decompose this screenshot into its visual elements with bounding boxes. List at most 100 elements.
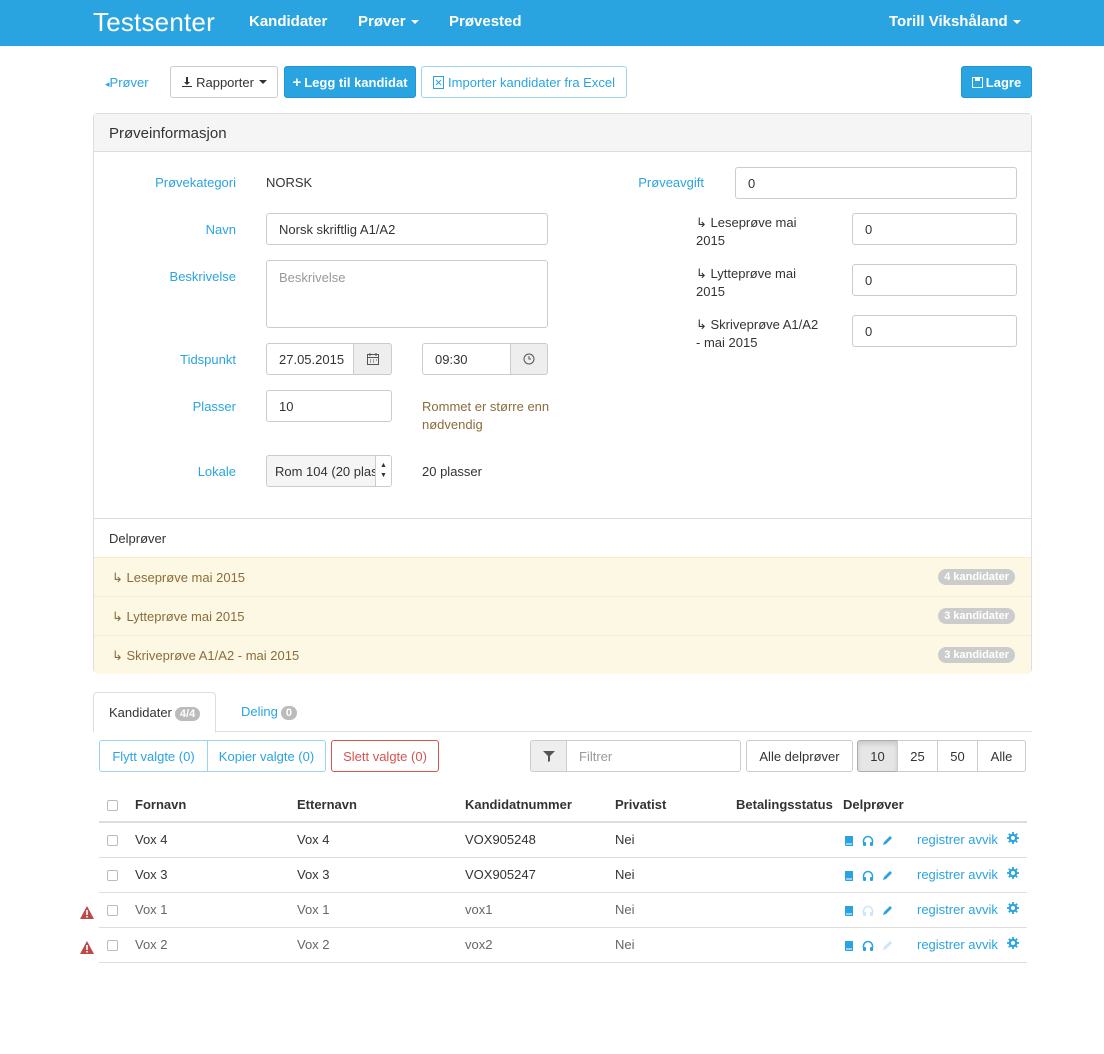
table-row[interactable]: Vox 4 Vox 4 VOX905248 Nei registrer avvik [99, 822, 1027, 858]
save-button[interactable]: Lagre [961, 66, 1032, 98]
user-menu[interactable]: Torill Vikshåland [889, 13, 1021, 30]
pencil-icon[interactable] [881, 905, 893, 917]
book-icon[interactable] [843, 835, 855, 847]
tab-kandidater[interactable]: Kandidater 4/4 [93, 692, 217, 733]
sub-fee-text-1: Leseprøve mai 2015 [696, 215, 797, 248]
page-size-all[interactable]: Alle [977, 740, 1026, 772]
delprove-row-2[interactable]: ↳ Lytteprøve mai 2015 3 kandidater [94, 596, 1031, 635]
calendar-icon[interactable] [353, 343, 392, 375]
delprove-name-3: Skriveprøve A1/A2 - mai 2015 [126, 648, 300, 663]
cell-privatist: Nei [615, 927, 736, 963]
test-info-panel: Prøveinformasjon Prøvekategori NORSK Nav… [93, 113, 1032, 674]
headphones-icon[interactable] [862, 835, 874, 847]
reports-label: Rapporter [196, 74, 254, 90]
nav-kandidater[interactable]: Kandidater [249, 13, 327, 30]
headphones-icon[interactable] [862, 905, 874, 917]
delprove-row-1[interactable]: ↳ Leseprøve mai 2015 4 kandidater [94, 557, 1031, 596]
table-row[interactable]: Vox 1 Vox 1 vox1 Nei registrer avvik [99, 892, 1027, 928]
candidates-table: Fornavn Etternavn Kandidatnummer Privati… [99, 787, 1027, 963]
row-checkbox[interactable] [99, 822, 135, 858]
table-row[interactable]: Vox 2 Vox 2 vox2 Nei registrer avvik [99, 927, 1027, 963]
tab-deling[interactable]: Deling 0 [226, 692, 312, 732]
row-checkbox[interactable] [99, 927, 135, 963]
pencil-icon[interactable] [881, 870, 893, 882]
sub-fee-label-3: ↳ Skriveprøve A1/A2 - mai 2015 [696, 316, 826, 352]
cell-kandidatnummer: VOX905248 [465, 822, 615, 858]
add-candidate-label: Legg til kandidat [304, 74, 408, 90]
cell-delprover [843, 892, 917, 928]
cell-privatist: Nei [615, 822, 736, 858]
pencil-icon[interactable] [881, 940, 893, 952]
clock-icon[interactable] [510, 343, 548, 375]
nav-prover[interactable]: Prøver [358, 13, 419, 30]
fee-input[interactable]: 0 [735, 167, 1017, 199]
register-deviation-link[interactable]: registrer avvik [917, 892, 1007, 928]
book-icon[interactable] [843, 870, 855, 882]
gear-icon[interactable] [1007, 822, 1027, 858]
book-icon[interactable] [843, 905, 855, 917]
sub-fee-input-2[interactable]: 0 [852, 264, 1017, 296]
cell-fornavn: Vox 4 [135, 822, 297, 858]
table-row[interactable]: Vox 3 Vox 3 VOX905247 Nei registrer avvik [99, 857, 1027, 893]
excel-file-icon [433, 75, 445, 89]
nav-provested[interactable]: Prøvested [449, 13, 522, 30]
brand-logo[interactable]: Testsenter [93, 7, 215, 38]
headphones-icon[interactable] [862, 870, 874, 882]
pencil-icon[interactable] [881, 835, 893, 847]
page-size-25[interactable]: 25 [897, 740, 938, 772]
row-checkbox[interactable] [99, 892, 135, 928]
return-arrow-icon: ↳ [112, 648, 127, 663]
filter-input[interactable]: Filtrer [566, 740, 741, 772]
column-header[interactable]: Fornavn [135, 787, 297, 823]
time-input[interactable]: 09:30 [422, 343, 512, 375]
register-deviation-link[interactable]: registrer avvik [917, 857, 1007, 893]
delete-selected-button[interactable]: Slett valgte (0) [331, 740, 439, 772]
register-deviation-link[interactable]: registrer avvik [917, 822, 1007, 858]
back-label: Prøver [109, 75, 149, 90]
reports-button[interactable]: Rapporter [170, 66, 278, 98]
column-header[interactable]: Kandidatnummer [465, 787, 615, 823]
page-size-10[interactable]: 10 [857, 740, 898, 772]
sub-fee-text-3: Skriveprøve A1/A2 - mai 2015 [696, 317, 819, 350]
gear-icon[interactable] [1007, 927, 1027, 963]
chevron-down-icon [410, 20, 419, 25]
column-header[interactable]: Privatist [615, 787, 736, 823]
headphones-icon[interactable] [862, 940, 874, 952]
cell-etternavn: Vox 2 [297, 927, 465, 963]
row-checkbox[interactable] [99, 857, 135, 893]
cell-delprover [843, 822, 917, 858]
return-arrow-icon: ↳ [696, 266, 711, 281]
gear-icon[interactable] [1007, 892, 1027, 928]
cell-fornavn: Vox 3 [135, 857, 297, 893]
return-arrow-icon: ↳ [112, 570, 127, 585]
description-textarea[interactable]: Beskrivelse [266, 260, 548, 328]
all-parts-button[interactable]: Alle delprøver [746, 740, 853, 772]
page-size-50[interactable]: 50 [937, 740, 978, 772]
places-input[interactable]: 10 [266, 390, 392, 422]
book-icon[interactable] [843, 940, 855, 952]
date-input[interactable]: 27.05.2015 [266, 343, 354, 375]
back-link[interactable]: ◂Prøver [105, 75, 149, 90]
description-label: Beskrivelse [169, 269, 236, 284]
import-excel-button[interactable]: Importer kandidater fra Excel [421, 66, 627, 98]
cell-betalingsstatus [736, 857, 843, 893]
column-header[interactable]: Betalingsstatus [736, 787, 843, 823]
delprove-row-3[interactable]: ↳ Skriveprøve A1/A2 - mai 2015 3 kandida… [94, 635, 1031, 674]
copy-selected-button[interactable]: Kopier valgte (0) [207, 740, 326, 772]
sub-fee-input-1[interactable]: 0 [852, 213, 1017, 245]
name-input[interactable]: Norsk skriftlig A1/A2 [266, 213, 548, 245]
move-selected-button[interactable]: Flytt valgte (0) [99, 740, 208, 772]
cell-delprover [843, 857, 917, 893]
alert-triangle-icon [80, 906, 94, 919]
select-all-checkbox[interactable] [99, 787, 135, 823]
gear-icon[interactable] [1007, 857, 1027, 893]
save-label: Lagre [985, 74, 1022, 90]
room-select[interactable]: Rom 104 (20 plasser) ▲ ▼ [266, 455, 392, 487]
return-arrow-icon: ↳ [696, 215, 711, 230]
time-label: Tidspunkt [180, 352, 236, 367]
add-candidate-button[interactable]: + Legg til kandidat [284, 66, 416, 98]
sub-fee-input-3[interactable]: 0 [852, 315, 1017, 347]
register-deviation-link[interactable]: registrer avvik [917, 927, 1007, 963]
column-header: Delprøver [843, 787, 917, 823]
column-header[interactable]: Etternavn [297, 787, 465, 823]
